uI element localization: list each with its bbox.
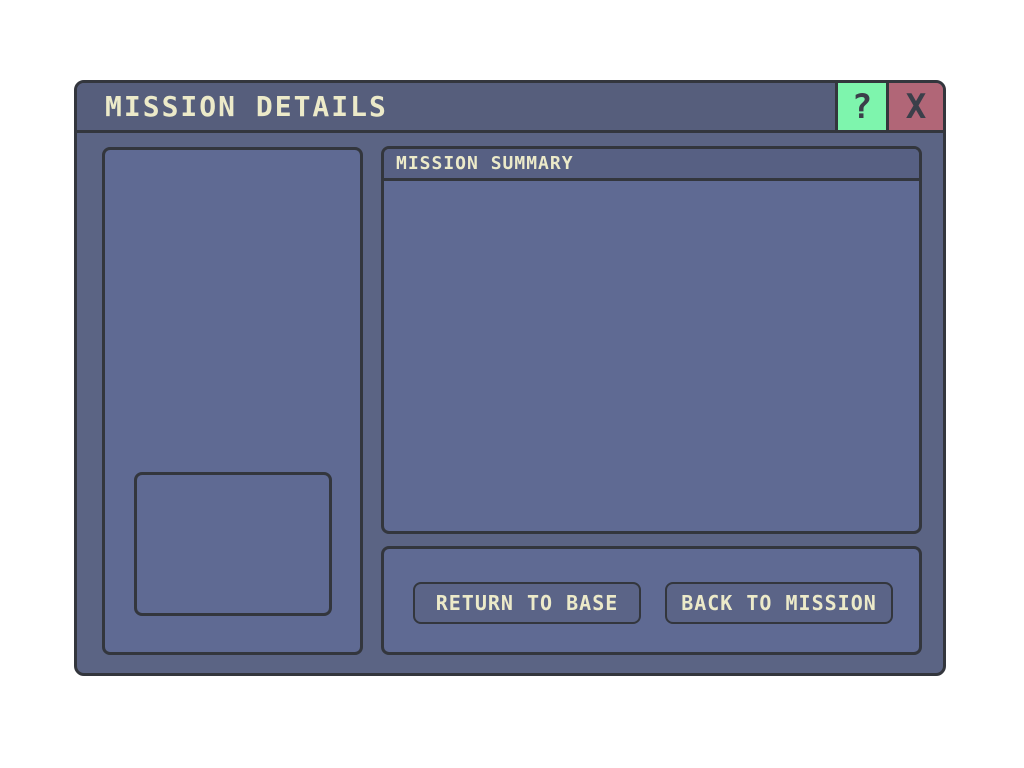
actions-panel: RETURN TO BASE BACK TO MISSION xyxy=(381,546,922,655)
help-button[interactable]: ? xyxy=(835,83,889,130)
help-icon: ? xyxy=(851,86,873,127)
mission-summary-body xyxy=(384,181,919,531)
mission-details-window: MISSION DETAILS ? X MISSION SUMMARY RETU… xyxy=(74,80,946,676)
back-to-mission-button[interactable]: BACK TO MISSION xyxy=(665,582,893,624)
return-to-base-button[interactable]: RETURN TO BASE xyxy=(413,582,641,624)
mission-summary-header: MISSION SUMMARY xyxy=(384,149,919,181)
window-titlebar: MISSION DETAILS ? X xyxy=(77,83,943,133)
close-icon: X xyxy=(905,86,927,127)
window-title: MISSION DETAILS xyxy=(105,90,388,123)
mission-info-panel xyxy=(102,147,363,655)
close-button[interactable]: X xyxy=(889,83,943,130)
mission-summary-title: MISSION SUMMARY xyxy=(396,153,574,174)
mission-summary-panel: MISSION SUMMARY xyxy=(381,146,922,534)
portrait-slot xyxy=(134,472,332,616)
